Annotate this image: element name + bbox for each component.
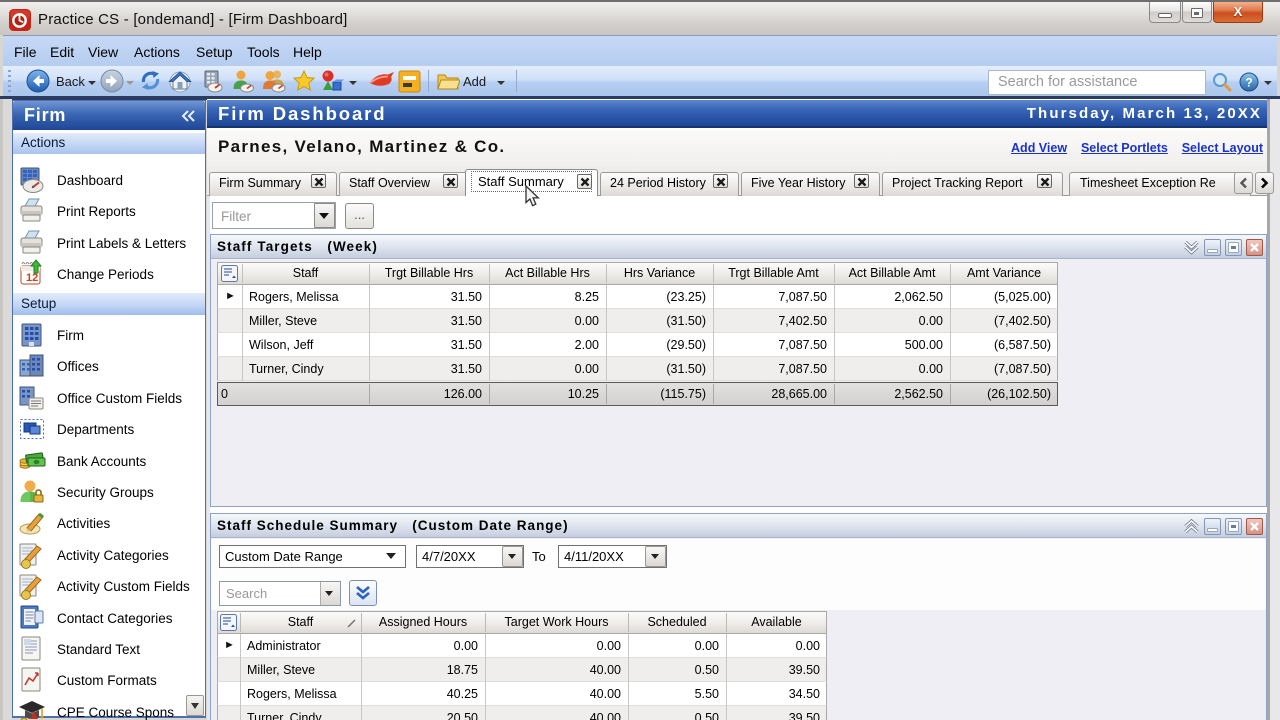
svg-text:?: ?: [1245, 76, 1252, 90]
svg-text:12: 12: [26, 272, 38, 284]
